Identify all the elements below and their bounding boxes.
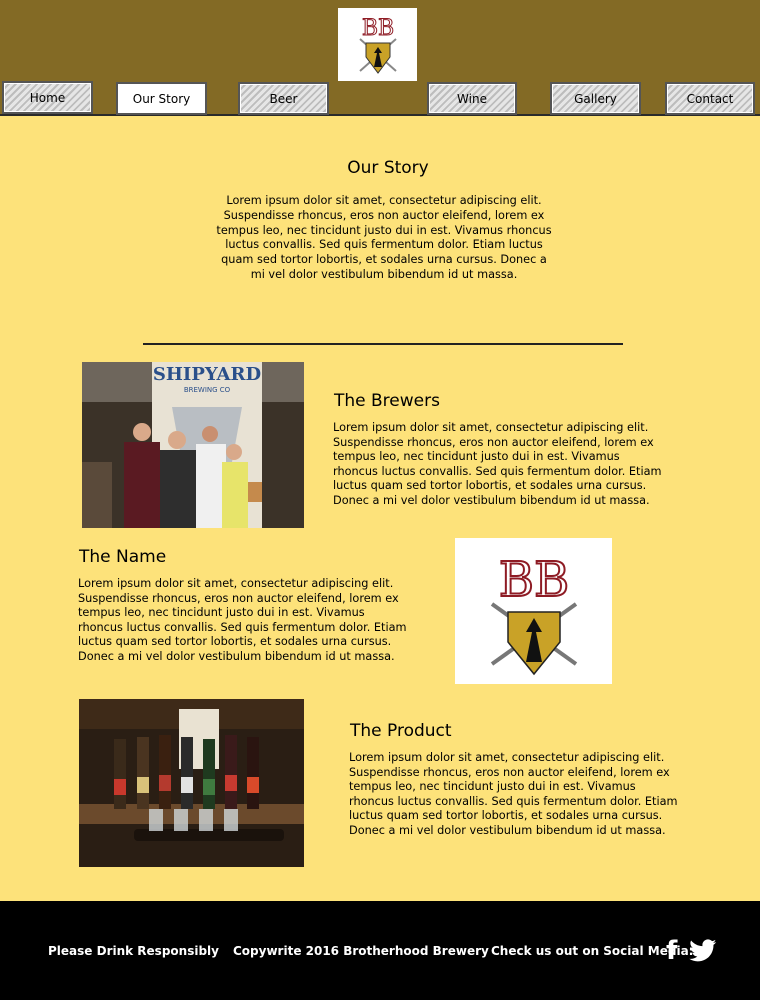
section-divider <box>143 343 623 345</box>
footer-copyright: Copywrite 2016 Brotherhood Brewery <box>233 943 489 958</box>
site-footer: Please Drink Responsibly Copywrite 2016 … <box>0 901 760 1000</box>
product-photo <box>79 699 304 867</box>
nav-beer-label: Beer <box>269 91 298 106</box>
nav-wine[interactable]: Wine <box>427 82 517 115</box>
product-title: The Product <box>350 721 452 741</box>
name-text: Lorem ipsum dolor sit amet, consectetur … <box>78 577 407 663</box>
footer-social-label: Check us out on Social Media: <box>491 943 694 958</box>
footer-drink-responsibly: Please Drink Responsibly <box>48 943 219 958</box>
product-text: Lorem ipsum dolor sit amet, consectetur … <box>349 751 678 837</box>
name-logo: BB <box>455 538 612 684</box>
story-text: Lorem ipsum dolor sit amet, consectetur … <box>216 194 552 281</box>
site-header: BB <box>0 0 760 116</box>
nav-gallery-label: Gallery <box>574 91 617 106</box>
nav-our-story[interactable]: Our Story <box>116 82 207 115</box>
photo-sign-text: SHIPYARD <box>153 364 261 385</box>
twitter-icon[interactable] <box>688 901 718 1000</box>
facebook-glyph: f <box>666 935 678 966</box>
nav-wine-label: Wine <box>457 91 487 106</box>
brewers-title: The Brewers <box>334 391 440 411</box>
logo-letters: BB <box>361 16 393 41</box>
facebook-icon[interactable]: f <box>666 901 677 1000</box>
nav-contact[interactable]: Contact <box>665 82 755 115</box>
twitter-bird-icon <box>689 938 717 961</box>
nav-home[interactable]: Home <box>2 81 93 114</box>
crest-letters: BB <box>498 552 569 608</box>
site-logo[interactable]: BB <box>338 8 417 81</box>
nav-contact-label: Contact <box>686 91 734 106</box>
brewers-photo: SHIPYARD BREWING CO <box>82 362 304 528</box>
nav-gallery[interactable]: Gallery <box>550 82 641 115</box>
brewers-text: Lorem ipsum dolor sit amet, consectetur … <box>333 421 662 507</box>
nav-beer[interactable]: Beer <box>238 82 329 115</box>
nav-home-label: Home <box>29 90 66 105</box>
name-title: The Name <box>79 547 167 567</box>
brotherhood-logo-icon: BB <box>358 15 397 74</box>
page-title: Our Story <box>347 158 429 178</box>
brotherhood-crest-icon: BB <box>490 551 577 676</box>
photo-sign-subtext: BREWING CO <box>184 386 231 394</box>
nav-our-story-label: Our Story <box>132 91 191 106</box>
